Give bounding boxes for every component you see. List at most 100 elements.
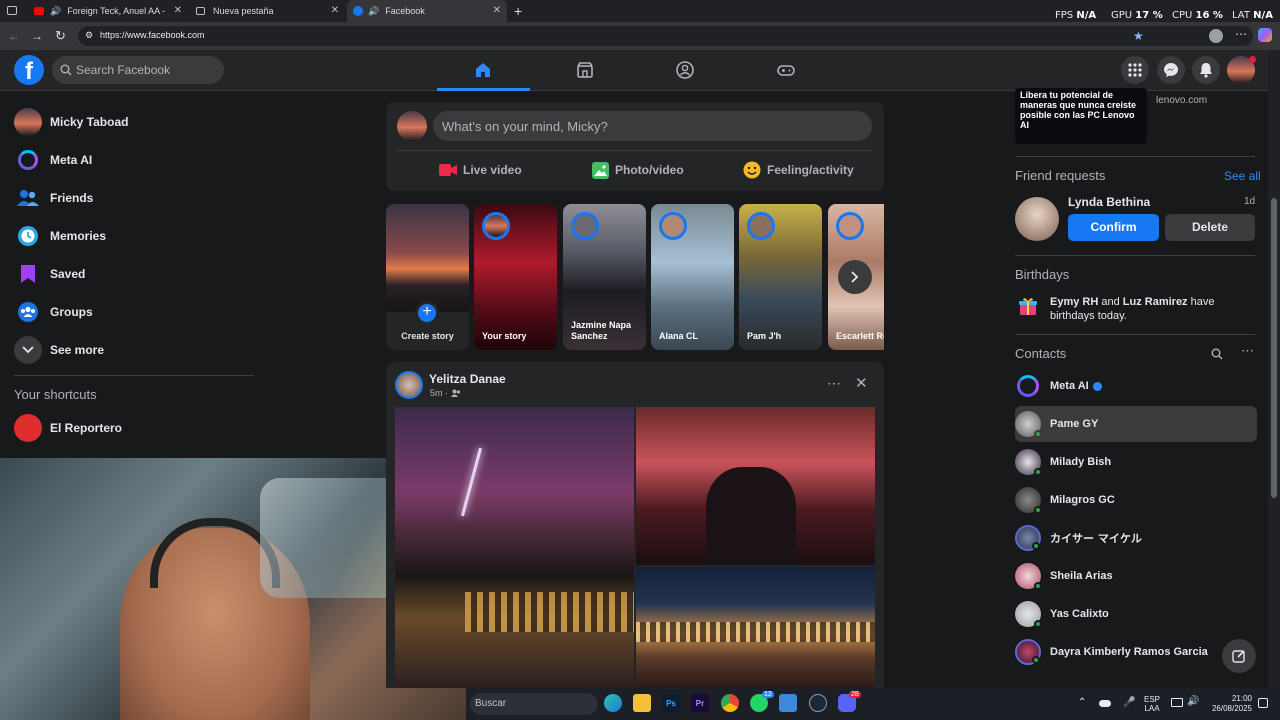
birthday-name[interactable]: Eymy RH (1050, 296, 1098, 308)
speaker-icon[interactable]: 🔊 (50, 6, 61, 17)
tab-nueva-pestana[interactable]: Nueva pestaña ✕ (190, 0, 345, 22)
story-card[interactable]: Jazmine Napa Sanchez (563, 204, 646, 350)
site-info-icon[interactable]: ⚙ (85, 30, 93, 41)
profile-icon[interactable] (1209, 29, 1223, 43)
tray-chevron-icon[interactable]: ⌃ (1078, 697, 1086, 708)
live-video-button[interactable]: Live video (439, 160, 522, 180)
stories-next-button[interactable] (838, 260, 872, 294)
search-input[interactable]: Search Facebook (52, 56, 224, 84)
sidebar-item-saved[interactable]: Saved (14, 258, 85, 290)
close-tab-icon[interactable]: ✕ (331, 5, 339, 16)
notifications-bell-icon[interactable] (1192, 56, 1220, 84)
contact-item[interactable]: Pame GY (1015, 406, 1257, 442)
contact-name: Milagros GC (1050, 494, 1115, 506)
contacts-options-icon[interactable]: ⋯ (1241, 343, 1254, 359)
post-author-name[interactable]: Yelitza Danae (429, 372, 506, 386)
composer-avatar[interactable] (397, 111, 427, 141)
contact-item[interactable]: カイサー マイケル (1015, 520, 1257, 556)
groups-icon (14, 298, 42, 326)
sidebar-item-see-more[interactable]: See more (14, 334, 104, 366)
create-story-card[interactable]: + Create story (386, 204, 469, 350)
notification-center-icon[interactable] (1258, 698, 1268, 708)
scrollbar-thumb[interactable] (1271, 198, 1277, 498)
messenger-icon[interactable] (1157, 56, 1185, 84)
birthday-name[interactable]: Luz Ramirez (1123, 296, 1188, 308)
photoshop-icon[interactable]: Ps (662, 694, 680, 712)
file-explorer-icon[interactable] (633, 694, 651, 712)
network-icon[interactable] (1171, 698, 1183, 707)
edge-icon[interactable] (604, 694, 622, 712)
sponsored-ad-image[interactable]: Libera tu potencial de maneras que nunca… (1015, 88, 1147, 144)
page-scrollbar[interactable] (1268, 50, 1280, 688)
create-story-plus-icon[interactable]: + (415, 301, 439, 325)
address-bar[interactable]: ⚙ https://www.facebook.com (78, 26, 1253, 46)
tab-foreign-teck[interactable]: 🔊 Foreign Teck, Anuel AA - EL ✕ (28, 0, 188, 22)
story-card[interactable]: Pam J'h (739, 204, 822, 350)
contact-item[interactable]: Yas Calixto (1015, 596, 1257, 632)
birthday-and: and (1098, 296, 1123, 308)
feeling-activity-button[interactable]: Feeling/activity (743, 160, 854, 180)
menu-grid-icon[interactable] (1121, 56, 1149, 84)
contact-item[interactable]: Milady Bish (1015, 444, 1257, 480)
contact-item[interactable]: Sheila Arias (1015, 558, 1257, 594)
request-avatar[interactable] (1015, 197, 1059, 241)
contact-item[interactable]: Milagros GC (1015, 482, 1257, 518)
tab-facebook[interactable]: 🔊 Facebook ✕ (347, 0, 507, 22)
contact-item[interactable]: Dayra Kimberly Ramos Garcia (1015, 634, 1257, 670)
copilot-icon[interactable] (1258, 28, 1272, 42)
shortcut-el-reportero[interactable]: El Reportero (14, 412, 122, 444)
taskbar-search[interactable]: Buscar (470, 693, 598, 715)
photo-video-button[interactable]: Photo/video (592, 160, 684, 180)
post-photo-storm[interactable] (395, 407, 634, 688)
ad-domain[interactable]: lenovo.com (1156, 95, 1207, 106)
post-photo-plaza[interactable] (636, 567, 875, 688)
post-author-avatar[interactable] (395, 371, 423, 399)
sidebar-item-friends[interactable]: Friends (14, 182, 93, 214)
marketplace-icon[interactable] (573, 58, 597, 82)
clock[interactable]: 21:00 26/08/2025 (1208, 694, 1252, 714)
close-tab-icon[interactable]: ✕ (493, 5, 501, 16)
composer-input[interactable]: What's on your mind, Micky? (433, 111, 872, 141)
gaming-icon[interactable] (774, 58, 798, 82)
request-name[interactable]: Lynda Bethina (1068, 195, 1150, 209)
contact-item[interactable]: Meta AI (1015, 368, 1257, 404)
delete-button[interactable]: Delete (1165, 214, 1255, 241)
post-close-icon[interactable]: ✕ (855, 374, 868, 392)
confirm-button[interactable]: Confirm (1068, 214, 1159, 241)
post-photo-statue[interactable] (636, 407, 875, 565)
close-tab-icon[interactable]: ✕ (174, 5, 182, 16)
speaker-icon[interactable]: 🔊 (368, 6, 379, 17)
forward-icon[interactable]: → (31, 29, 43, 43)
facebook-logo[interactable]: f (14, 55, 44, 85)
premiere-icon[interactable]: Pr (691, 694, 709, 712)
sidebar-item-memories[interactable]: Memories (14, 220, 106, 252)
sidebar-item-groups[interactable]: Groups (14, 296, 93, 328)
back-icon[interactable]: ← (8, 29, 20, 43)
sidebar-item-profile[interactable]: Micky Taboad (14, 106, 128, 138)
sidebar-item-label: Micky Taboad (50, 115, 129, 129)
post-options-icon[interactable]: ⋯ (827, 375, 841, 392)
more-menu-icon[interactable]: ⋯ (1235, 27, 1247, 41)
story-card[interactable]: Alana CL (651, 204, 734, 350)
groups-tab-icon[interactable] (673, 58, 697, 82)
steam-icon[interactable] (809, 694, 827, 712)
volume-icon[interactable]: 🔊 (1187, 696, 1199, 707)
gift-icon (1018, 296, 1038, 321)
youtube-icon (34, 7, 44, 15)
onedrive-icon[interactable] (1099, 700, 1111, 707)
contacts-search-icon[interactable] (1211, 347, 1223, 365)
new-message-button[interactable] (1222, 639, 1256, 673)
language-indicator[interactable]: ESP LAA (1144, 695, 1160, 713)
cpu-label: CPU (1172, 10, 1193, 21)
chrome-icon[interactable] (721, 694, 739, 712)
new-tab-button[interactable]: + (514, 3, 522, 19)
home-icon[interactable] (471, 58, 495, 82)
reload-icon[interactable]: ↻ (55, 28, 66, 44)
microphone-icon[interactable]: 🎤 (1123, 697, 1135, 708)
window-menu-icon[interactable] (7, 6, 17, 15)
app-icon[interactable] (779, 694, 797, 712)
story-card[interactable]: Your story (474, 204, 557, 350)
see-all-link[interactable]: See all (1224, 169, 1261, 183)
sidebar-item-meta-ai[interactable]: Meta AI (14, 144, 92, 176)
favorite-star-icon[interactable]: ★ (1133, 29, 1144, 43)
